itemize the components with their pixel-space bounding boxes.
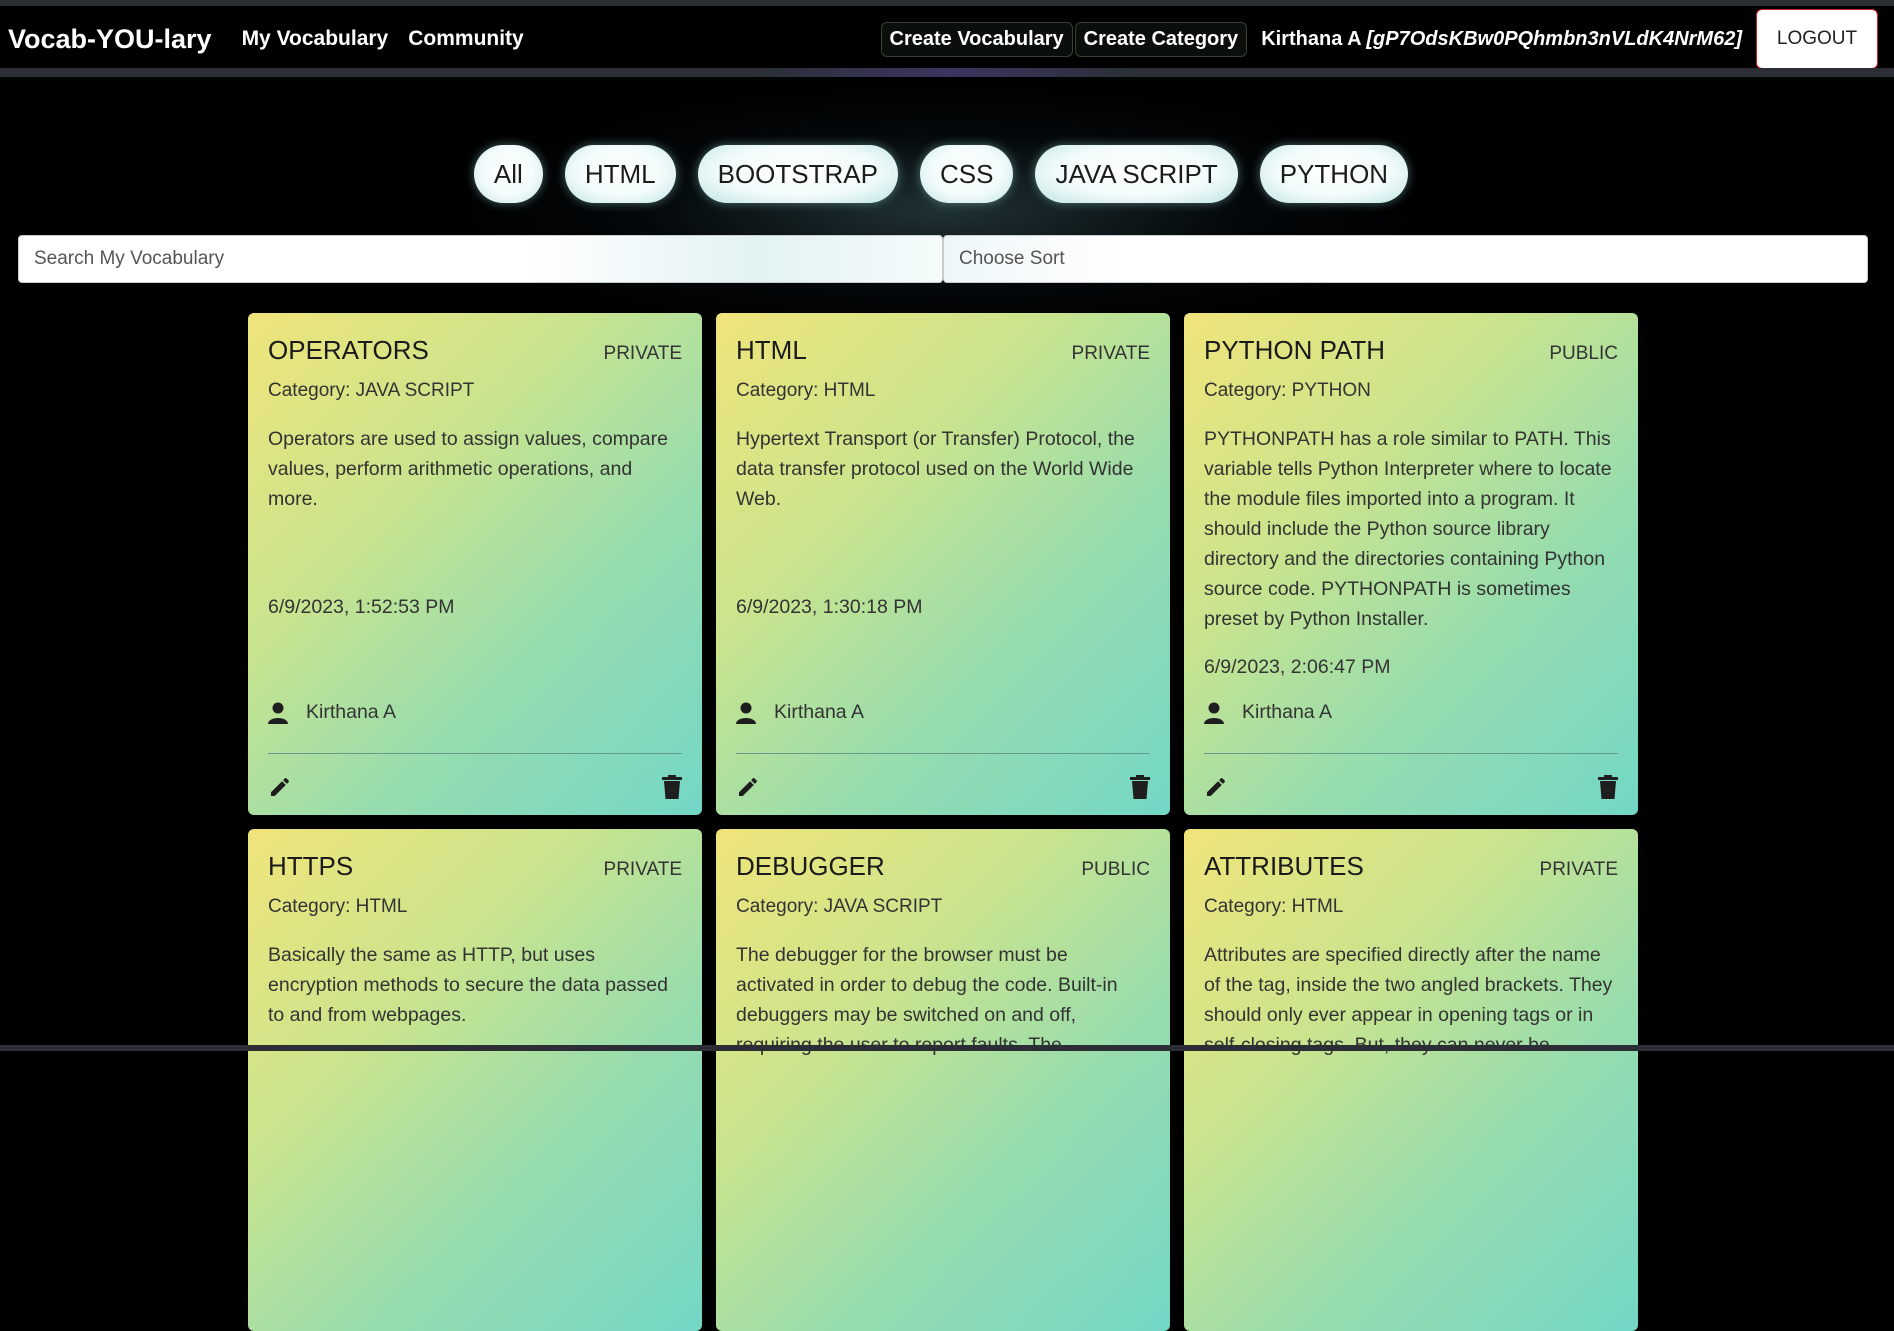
pencil-icon[interactable] — [1204, 775, 1228, 799]
card-title: OPERATORS — [268, 335, 429, 365]
filter-python[interactable]: PYTHON — [1259, 145, 1409, 203]
card-divider — [736, 753, 1150, 754]
vocab-card: OPERATORS PRIVATE Category: JAVA SCRIPT … — [248, 313, 702, 815]
card-visibility: PRIVATE — [603, 859, 682, 880]
card-date: 6/9/2023, 1:30:18 PM — [736, 596, 923, 618]
vocab-card: HTML PRIVATE Category: HTML Hypertext Tr… — [716, 313, 1170, 815]
search-sort-row: Search My Vocabulary Choose Sort — [18, 235, 1868, 283]
nav-right: Create Vocabulary Create Category Kirtha… — [880, 6, 1894, 72]
card-visibility: PUBLIC — [1081, 859, 1150, 880]
filter-bootstrap[interactable]: BOOTSTRAP — [697, 145, 898, 203]
card-description: Operators are used to assign values, com… — [268, 428, 668, 510]
card-description: Hypertext Transport (or Transfer) Protoc… — [736, 428, 1135, 510]
card-title: HTTPS — [268, 851, 354, 881]
brand-logo[interactable]: Vocab-YOU-lary — [8, 24, 212, 55]
nav-link-my-vocabulary[interactable]: My Vocabulary — [242, 27, 389, 51]
card-title: PYTHON PATH — [1204, 335, 1386, 365]
filter-css[interactable]: CSS — [919, 145, 1014, 203]
vocab-card: DEBUGGER PUBLIC Category: JAVA SCRIPT Th… — [716, 829, 1170, 1331]
card-author: Kirthana A — [268, 701, 396, 724]
pencil-icon[interactable] — [268, 775, 292, 799]
card-description: The debugger for the browser must be act… — [736, 944, 1118, 1056]
card-title: ATTRIBUTES — [1204, 851, 1364, 881]
nav-link-community[interactable]: Community — [408, 27, 524, 51]
filter-javascript[interactable]: JAVA SCRIPT — [1035, 145, 1238, 203]
user-icon — [1204, 702, 1224, 724]
vocab-card: PYTHON PATH PUBLIC Category: PYTHON PYTH… — [1184, 313, 1638, 815]
card-author: Kirthana A — [736, 701, 864, 724]
card-category: Category: JAVA SCRIPT — [736, 896, 943, 917]
vocab-card: HTTPS PRIVATE Category: HTML Basically t… — [248, 829, 702, 1331]
card-visibility: PRIVATE — [1539, 859, 1618, 880]
card-author-name: Kirthana A — [306, 701, 396, 723]
card-visibility: PUBLIC — [1549, 343, 1618, 364]
card-category: Category: PYTHON — [1204, 380, 1371, 401]
card-category: Category: HTML — [268, 896, 408, 917]
create-category-button[interactable]: Create Category — [1074, 21, 1248, 57]
card-description: Basically the same as HTTP, but uses enc… — [268, 944, 668, 1026]
card-visibility: PRIVATE — [603, 343, 682, 364]
card-category: Category: HTML — [736, 380, 876, 401]
card-category: Category: HTML — [1204, 896, 1344, 917]
filter-all[interactable]: All — [473, 145, 543, 203]
card-divider — [1204, 753, 1618, 754]
card-author-name: Kirthana A — [774, 701, 864, 723]
card-title: HTML — [736, 335, 807, 365]
trash-icon[interactable] — [1598, 775, 1618, 799]
category-filters: All HTML BOOTSTRAP CSS JAVA SCRIPT PYTHO… — [0, 145, 1894, 203]
user-id: [gP7OdsKBw0PQhmbn3nVLdK4NrM62] — [1366, 27, 1742, 50]
create-vocabulary-button[interactable]: Create Vocabulary — [880, 21, 1073, 57]
vocabulary-cards: OPERATORS PRIVATE Category: JAVA SCRIPT … — [248, 313, 1638, 1331]
bottom-border — [0, 1045, 1894, 1051]
card-description: PYTHONPATH has a role similar to PATH. T… — [1204, 428, 1612, 630]
card-divider — [268, 753, 682, 754]
card-category: Category: JAVA SCRIPT — [268, 380, 475, 401]
card-title: DEBUGGER — [736, 851, 885, 881]
card-date: 6/9/2023, 1:52:53 PM — [268, 596, 455, 618]
trash-icon[interactable] — [662, 775, 682, 799]
filter-html[interactable]: HTML — [564, 145, 676, 203]
user-icon — [268, 702, 288, 724]
card-visibility: PRIVATE — [1071, 343, 1150, 364]
search-input[interactable]: Search My Vocabulary — [18, 235, 943, 283]
pencil-icon[interactable] — [736, 775, 760, 799]
background-glow — [470, 90, 1410, 330]
card-date: 6/9/2023, 2:06:47 PM — [1204, 656, 1391, 678]
navbar: Vocab-YOU-lary My Vocabulary Community C… — [0, 6, 1894, 72]
user-name: Kirthana A — [1261, 27, 1361, 50]
user-icon — [736, 702, 756, 724]
card-description: Attributes are specified directly after … — [1204, 944, 1613, 1056]
user-info: Kirthana A [gP7OdsKBw0PQhmbn3nVLdK4NrM62… — [1261, 28, 1742, 51]
navbar-bottom-border — [0, 68, 1894, 77]
vocab-card: ATTRIBUTES PRIVATE Category: HTML Attrib… — [1184, 829, 1638, 1331]
trash-icon[interactable] — [1130, 775, 1150, 799]
card-author-name: Kirthana A — [1242, 701, 1332, 723]
sort-select[interactable]: Choose Sort — [943, 235, 1868, 283]
card-author: Kirthana A — [1204, 701, 1332, 724]
logout-button[interactable]: LOGOUT — [1756, 9, 1878, 69]
